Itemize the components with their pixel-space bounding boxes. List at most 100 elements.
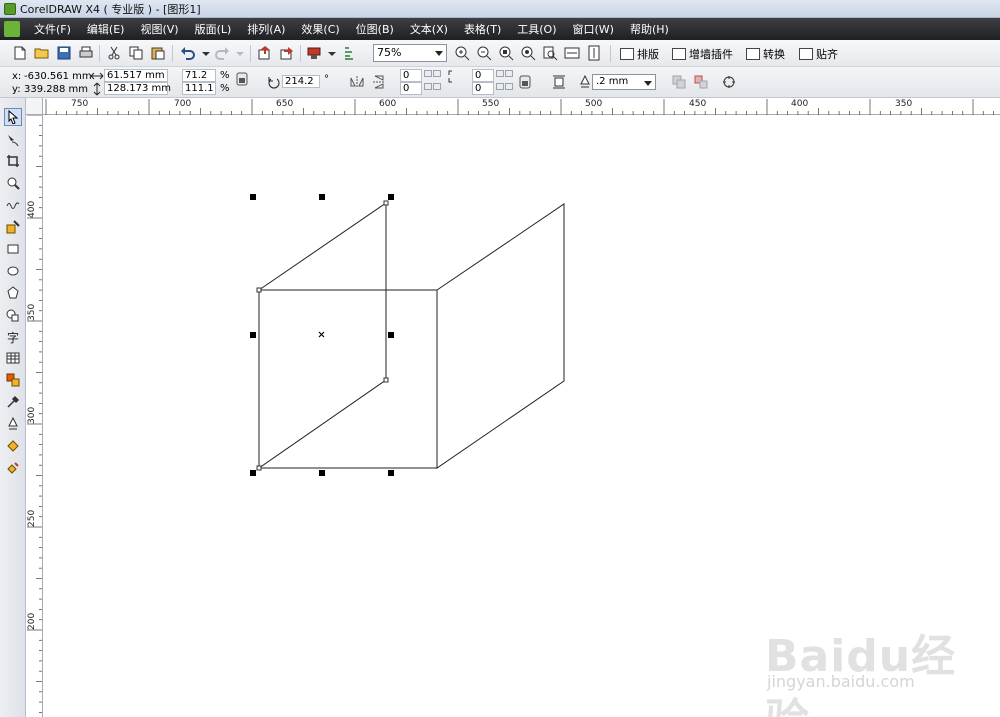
combine-icon[interactable] bbox=[672, 75, 686, 89]
outline-tool[interactable] bbox=[4, 415, 22, 433]
paste-icon[interactable] bbox=[150, 45, 166, 61]
launcher-dropdown-icon[interactable] bbox=[324, 45, 340, 61]
redo-dropdown-icon[interactable] bbox=[232, 45, 248, 61]
x-position-field[interactable]: -630.561 mm bbox=[24, 70, 92, 83]
menu-view[interactable]: 视图(V) bbox=[140, 21, 178, 37]
zoom-tool[interactable] bbox=[4, 174, 22, 192]
corner-radius-top-right-field[interactable]: 0 bbox=[472, 69, 494, 82]
outline-width-select[interactable]: .2 mm bbox=[592, 74, 656, 90]
ruler-origin-corner[interactable] bbox=[26, 98, 43, 115]
selection-handle[interactable] bbox=[388, 194, 394, 200]
cube-side-face[interactable] bbox=[436, 203, 565, 469]
node-marker[interactable] bbox=[383, 200, 389, 206]
interactive-blend-tool[interactable] bbox=[4, 371, 22, 389]
selection-handle[interactable] bbox=[250, 332, 256, 338]
export-icon[interactable] bbox=[279, 45, 295, 61]
selection-handle[interactable] bbox=[250, 470, 256, 476]
menu-file[interactable]: 文件(F) bbox=[34, 21, 71, 37]
zoom-level-select[interactable]: 75% bbox=[373, 44, 447, 62]
spin-down-icon[interactable] bbox=[505, 70, 513, 77]
shape-tool[interactable] bbox=[4, 131, 22, 149]
corner-radius-top-left-field[interactable]: 0 bbox=[400, 69, 422, 82]
zoom-in-icon[interactable] bbox=[454, 45, 470, 61]
break-apart-icon[interactable] bbox=[694, 75, 708, 89]
lock-ratio-icon[interactable] bbox=[235, 72, 249, 86]
menu-text[interactable]: 文本(X) bbox=[410, 21, 448, 37]
menu-effects[interactable]: 效果(C) bbox=[301, 21, 339, 37]
rotation-center-icon[interactable] bbox=[318, 331, 325, 338]
spin-down-icon[interactable] bbox=[433, 70, 441, 77]
selection-handle[interactable] bbox=[319, 470, 325, 476]
spin-up-icon[interactable] bbox=[424, 70, 432, 77]
menu-help[interactable]: 帮助(H) bbox=[630, 21, 669, 37]
typeset-button[interactable]: 排版 bbox=[620, 45, 659, 62]
selection-handle[interactable] bbox=[319, 194, 325, 200]
table-tool[interactable] bbox=[4, 349, 22, 367]
zoom-to-page-icon[interactable] bbox=[542, 45, 558, 61]
y-position-field[interactable]: 339.288 mm bbox=[24, 83, 88, 96]
polygon-tool[interactable] bbox=[4, 284, 22, 302]
spin-up-icon[interactable] bbox=[496, 70, 504, 77]
spin-down-icon[interactable] bbox=[433, 83, 441, 90]
rectangle-tool[interactable] bbox=[4, 240, 22, 258]
zoom-to-page-height-icon[interactable] bbox=[586, 45, 602, 61]
print-icon[interactable] bbox=[78, 45, 94, 61]
node-marker[interactable] bbox=[256, 287, 262, 293]
smart-fill-tool[interactable] bbox=[4, 218, 22, 236]
zoom-to-page-width-icon[interactable] bbox=[564, 45, 580, 61]
rotation-angle-field[interactable]: 214.2 bbox=[282, 75, 320, 88]
height-field[interactable]: 128.173 mm bbox=[104, 82, 171, 95]
menu-arrange[interactable]: 排列(A) bbox=[247, 21, 285, 37]
zoom-out-icon[interactable] bbox=[476, 45, 492, 61]
scale-y-field[interactable]: 111.1 bbox=[182, 82, 216, 95]
plugin-button[interactable]: 增墙插件 bbox=[672, 45, 733, 62]
corner-radius-bottom-right-field[interactable]: 0 bbox=[472, 82, 494, 95]
basic-shapes-tool[interactable] bbox=[4, 306, 22, 324]
selection-handle[interactable] bbox=[388, 332, 394, 338]
undo-dropdown-icon[interactable] bbox=[198, 45, 214, 61]
interactive-fill-tool[interactable] bbox=[4, 459, 22, 477]
zoom-to-selected-icon[interactable] bbox=[498, 45, 514, 61]
open-folder-icon[interactable] bbox=[34, 45, 50, 61]
menu-window[interactable]: 窗口(W) bbox=[573, 21, 614, 37]
wrap-paragraph-text-icon[interactable] bbox=[552, 75, 566, 89]
new-document-icon[interactable] bbox=[12, 45, 28, 61]
convert-button[interactable]: 转换 bbox=[746, 45, 785, 62]
import-icon[interactable] bbox=[257, 45, 273, 61]
node-marker[interactable] bbox=[383, 377, 389, 383]
welcome-screen-icon[interactable] bbox=[342, 45, 358, 61]
application-launcher-icon[interactable] bbox=[306, 45, 322, 61]
snap-to-button[interactable]: 贴齐 bbox=[799, 45, 838, 62]
menu-layout[interactable]: 版面(L) bbox=[195, 21, 232, 37]
spin-up-icon[interactable] bbox=[496, 83, 504, 90]
horizontal-ruler[interactable]: 750 700 650 600 550 500 450 400 350 bbox=[43, 98, 1000, 115]
redo-icon[interactable] bbox=[214, 45, 230, 61]
pick-tool[interactable] bbox=[4, 108, 22, 126]
menu-bitmaps[interactable]: 位图(B) bbox=[356, 21, 394, 37]
text-tool[interactable]: 字 bbox=[4, 328, 22, 346]
mirror-horizontal-icon[interactable] bbox=[350, 75, 364, 89]
menu-table[interactable]: 表格(T) bbox=[464, 21, 501, 37]
freehand-tool[interactable] bbox=[4, 196, 22, 214]
scale-x-field[interactable]: 71.2 bbox=[182, 69, 216, 82]
zoom-to-all-objects-icon[interactable] bbox=[520, 45, 536, 61]
convert-to-curves-icon[interactable] bbox=[722, 75, 736, 89]
corner-radius-bottom-left-field[interactable]: 0 bbox=[400, 82, 422, 95]
save-icon[interactable] bbox=[56, 45, 72, 61]
undo-icon[interactable] bbox=[180, 45, 196, 61]
menu-tools[interactable]: 工具(O) bbox=[517, 21, 556, 37]
crop-tool[interactable] bbox=[4, 152, 22, 170]
node-marker[interactable] bbox=[256, 465, 262, 471]
spin-up-icon[interactable] bbox=[424, 83, 432, 90]
fill-tool[interactable] bbox=[4, 437, 22, 455]
cube-front-face[interactable] bbox=[258, 289, 438, 469]
cut-icon[interactable] bbox=[106, 45, 122, 61]
copy-icon[interactable] bbox=[128, 45, 144, 61]
vertical-ruler[interactable]: 400 350 300 250 200 bbox=[26, 115, 43, 717]
eyedropper-tool[interactable] bbox=[4, 393, 22, 411]
width-field[interactable]: 61.517 mm bbox=[104, 69, 168, 82]
ellipse-tool[interactable] bbox=[4, 262, 22, 280]
mirror-vertical-icon[interactable] bbox=[372, 75, 386, 89]
lock-corners-icon[interactable] bbox=[518, 75, 532, 89]
selection-handle[interactable] bbox=[250, 194, 256, 200]
